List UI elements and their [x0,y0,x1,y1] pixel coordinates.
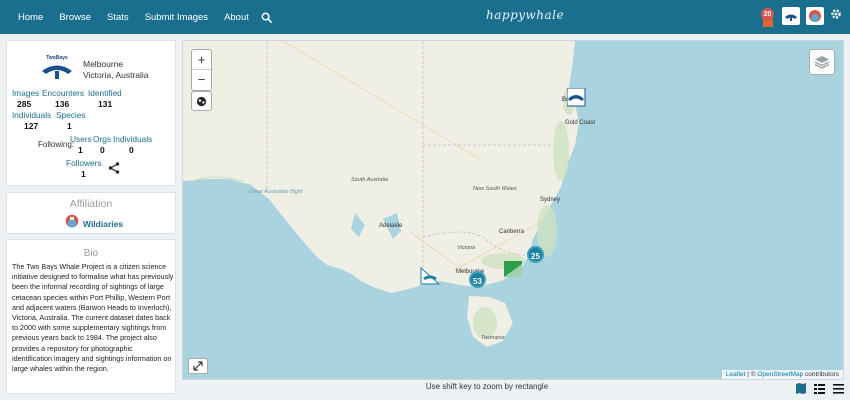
zoom-hint: Use shift key to zoom by rectangle [425,382,549,391]
stat-images-value: 285 [17,99,32,109]
following-users-value: 1 [78,145,83,155]
list-view-icon[interactable] [814,381,825,399]
affiliation-name[interactable]: Wildiaries [83,219,123,229]
twobays-logo: TwoBays [39,53,75,81]
location-city: Melbourne [83,59,124,69]
wildiaries-logo-icon [65,214,79,233]
bio-title: Bio [83,248,99,259]
following-orgs-value: 0 [100,145,105,155]
top-navbar: Home Browse Stats Submit Images About ha… [0,0,850,34]
nav-submit-images[interactable]: Submit Images [145,12,208,23]
brand-logo[interactable]: happywhale [486,8,564,22]
map-cluster-marker[interactable]: 25 [527,246,544,263]
affiliation-title: Affiliation [69,198,113,210]
affiliation-panel: Affiliation Wildiaries [6,192,176,234]
label-canberra: Canberra [499,229,525,235]
search-icon[interactable] [261,12,272,23]
map-attribution: Leaflet | © OpenStreetMap contributors [721,370,843,379]
stat-encounters-value: 136 [55,99,70,109]
zoom-out-button[interactable]: − [192,70,211,90]
attribution-rest: contributors [803,371,839,378]
nav-stats[interactable]: Stats [107,12,129,23]
affiliation-link[interactable]: Wildiaries [65,214,123,233]
label-bight: Great Australian Bight [249,189,303,195]
stat-identified-value: 131 [98,99,113,109]
bio-text: The Two Bays Whale Project is a citizen … [12,262,174,374]
nav-browse[interactable]: Browse [59,12,91,23]
stat-individuals-value: 127 [24,121,39,131]
label-new-south-wales: New South Wales [473,186,517,192]
stat-species-value: 1 [67,121,72,131]
org-logo-wildiaries-icon[interactable] [806,7,824,25]
map-view-icon[interactable] [796,381,806,399]
osm-link[interactable]: OpenStreetMap [757,371,803,378]
marker-brisbane-icon[interactable] [566,87,587,113]
followers-value: 1 [81,169,86,179]
marker-encounter-icon[interactable] [503,260,523,283]
zoom-control: + − [191,49,212,91]
label-tasmania: Tasmania [481,335,505,341]
notification-count: 20 [761,8,774,21]
nav-right-group: 20 [760,5,842,27]
attribution-sep: | © [745,371,758,378]
view-toggle [796,381,844,399]
nav-home[interactable]: Home [18,12,43,23]
stat-encounters-label[interactable]: Encounters [42,88,84,98]
label-south-australia: South Australia [351,177,389,183]
zoom-in-button[interactable]: + [192,50,211,70]
label-gold-coast: Gold Coast [565,120,596,126]
location-region: Victoria, Australia [83,70,149,80]
globe-icon[interactable] [191,91,212,111]
label-victoria: Victoria [457,245,476,251]
org-logo-twobays-icon[interactable] [782,7,800,25]
menu-icon[interactable] [833,381,844,399]
map-cluster-marker[interactable]: 53 [469,271,486,288]
share-icon[interactable] [108,161,120,179]
svg-text:TwoBays: TwoBays [46,55,68,61]
notifications-badge[interactable]: 20 [760,5,776,27]
bio-panel: Bio The Two Bays Whale Project is a citi… [6,239,176,394]
label-adelaide: Adelaide [379,223,403,229]
label-sydney: Sydney [540,197,561,203]
marker-whale-icon[interactable] [420,266,441,290]
layers-icon[interactable] [809,49,835,75]
map-tiles [183,41,579,347]
following-individuals-value: 0 [129,145,134,155]
stat-identified-label[interactable]: Identified [88,88,122,98]
location: Melbourne Victoria, Australia [83,59,149,81]
nav-about[interactable]: About [224,12,249,23]
leaflet-link[interactable]: Leaflet [726,371,746,378]
stat-images-label[interactable]: Images [12,88,39,98]
sightings-map[interactable]: South Australia New South Wales Victoria… [182,40,844,380]
stat-species-label[interactable]: Species [56,110,86,120]
expand-icon[interactable] [188,358,208,374]
profile-panel: TwoBays Melbourne Victoria, Australia Im… [6,40,176,186]
followers-label[interactable]: Followers [66,158,102,168]
stat-individuals-label[interactable]: Individuals [12,110,51,120]
following-orgs-label[interactable]: Orgs [93,134,111,144]
following-individuals-label[interactable]: Individuals [113,134,152,144]
following-label: Following: [38,140,75,149]
gear-icon[interactable] [830,7,842,25]
